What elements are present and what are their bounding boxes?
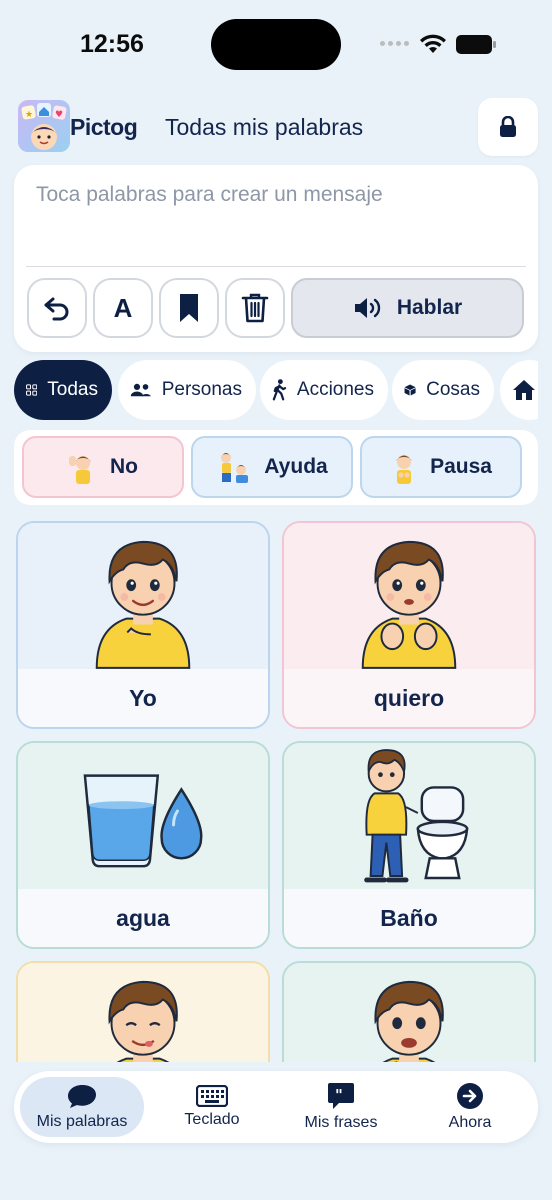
card-label: quiero [284,669,534,727]
word-grid: Yo quiero agua Baño [0,520,552,1062]
quote-bubble-icon: " [328,1083,354,1109]
chip-label: Ayuda [264,455,328,478]
bottom-nav: Mis palabras Teclado " Mis frases Ahora [14,1071,538,1143]
message-composer: Toca palabras para crear un mensaje A Ha… [14,165,538,352]
undo-icon [44,297,69,321]
tab-casa[interactable] [500,360,538,420]
word-card-agua[interactable]: agua [16,741,270,949]
chat-bubble-icon [68,1085,96,1108]
tab-personas[interactable]: Personas [118,360,256,420]
card-image-area [284,743,534,889]
card-label: Yo [18,669,268,727]
nav-teclado[interactable]: Teclado [152,1077,272,1137]
tab-acciones[interactable]: Acciones [260,360,388,420]
app-logo[interactable]: ★ ♥ [18,100,70,152]
speak-label: Hablar [396,296,463,319]
card-label: Baño [284,889,534,947]
boy-pause-icon [396,455,413,484]
save-phrase-button[interactable] [159,278,219,338]
boy-tasty-icon [108,980,178,1062]
status-bar: 12:56 [0,0,552,90]
home-icon [513,380,535,400]
tab-label: Personas [161,379,242,400]
undo-button[interactable] [27,278,87,338]
speaker-icon [354,298,381,318]
font-label: A [113,292,133,323]
boy-wanting-icon [361,540,457,669]
cellular-signal-icon [380,41,409,46]
tab-todas[interactable]: Todas [14,360,112,420]
grid-icon [26,384,38,396]
lock-icon [500,116,516,137]
dynamic-island [211,19,341,70]
page-title: Todas mis palabras [165,114,364,140]
svg-text:★: ★ [25,110,33,120]
word-card[interactable] [16,961,270,1062]
divider [26,266,526,267]
quick-chips: No Ayuda Pausa [14,430,538,505]
app-name: Pictog [70,114,138,140]
box-icon [404,384,416,396]
card-label: agua [18,889,268,947]
font-button[interactable]: A [93,278,153,338]
card-image-area [284,523,534,669]
svg-text:": " [335,1086,343,1104]
nav-label: Mis palabras [36,1113,128,1130]
nav-label: Ahora [448,1114,492,1131]
wifi-icon [420,34,446,53]
word-card-quiero[interactable]: quiero [282,521,536,729]
word-card-bano[interactable]: Baño [282,741,536,949]
chip-no[interactable]: No [22,436,184,498]
people-icon [130,383,151,397]
nav-label: Teclado [184,1111,240,1128]
keyboard-icon [196,1085,228,1107]
chip-ayuda[interactable]: Ayuda [191,436,353,498]
speak-button[interactable]: Hablar [291,278,524,338]
delete-button[interactable] [225,278,285,338]
nav-mis-frases[interactable]: " Mis frases [284,1077,398,1137]
chip-label: No [110,455,138,478]
boy-pointing-self-icon [95,540,191,669]
arrow-circle-icon [457,1083,483,1109]
category-tabs: Todas Personas Acciones Cosas [14,360,538,422]
message-input[interactable]: Toca palabras para crear un mensaje [36,183,383,207]
word-card[interactable] [282,961,536,1062]
nav-label: Mis frases [304,1114,378,1131]
lock-button[interactable] [478,98,538,156]
walking-icon [272,379,287,401]
app-header: ★ ♥ Pictog Todas mis palabras [18,98,538,156]
bookmark-icon [180,294,198,322]
battery-icon [456,35,496,54]
word-card-yo[interactable]: Yo [16,521,270,729]
tab-label: Cosas [426,379,480,400]
nav-ahora[interactable]: Ahora [410,1077,530,1137]
nav-mis-palabras[interactable]: Mis palabras [20,1077,144,1137]
tab-label: Acciones [296,379,374,400]
card-image-area [284,963,534,1062]
trash-icon [241,293,269,323]
chip-pausa[interactable]: Pausa [360,436,522,498]
tab-cosas[interactable]: Cosas [392,360,494,420]
boy-toilet-icon [364,749,469,883]
svg-text:♥: ♥ [55,110,63,120]
boy-stop-icon [69,456,91,484]
water-glass-icon [83,774,203,868]
help-kids-icon [221,453,249,483]
status-time: 12:56 [80,30,144,58]
card-image-area [18,523,268,669]
chip-label: Pausa [430,455,492,478]
tab-label: Todas [47,379,98,400]
card-image-area [18,743,268,889]
card-image-area [18,963,268,1062]
boy-drinking-icon [374,980,444,1062]
